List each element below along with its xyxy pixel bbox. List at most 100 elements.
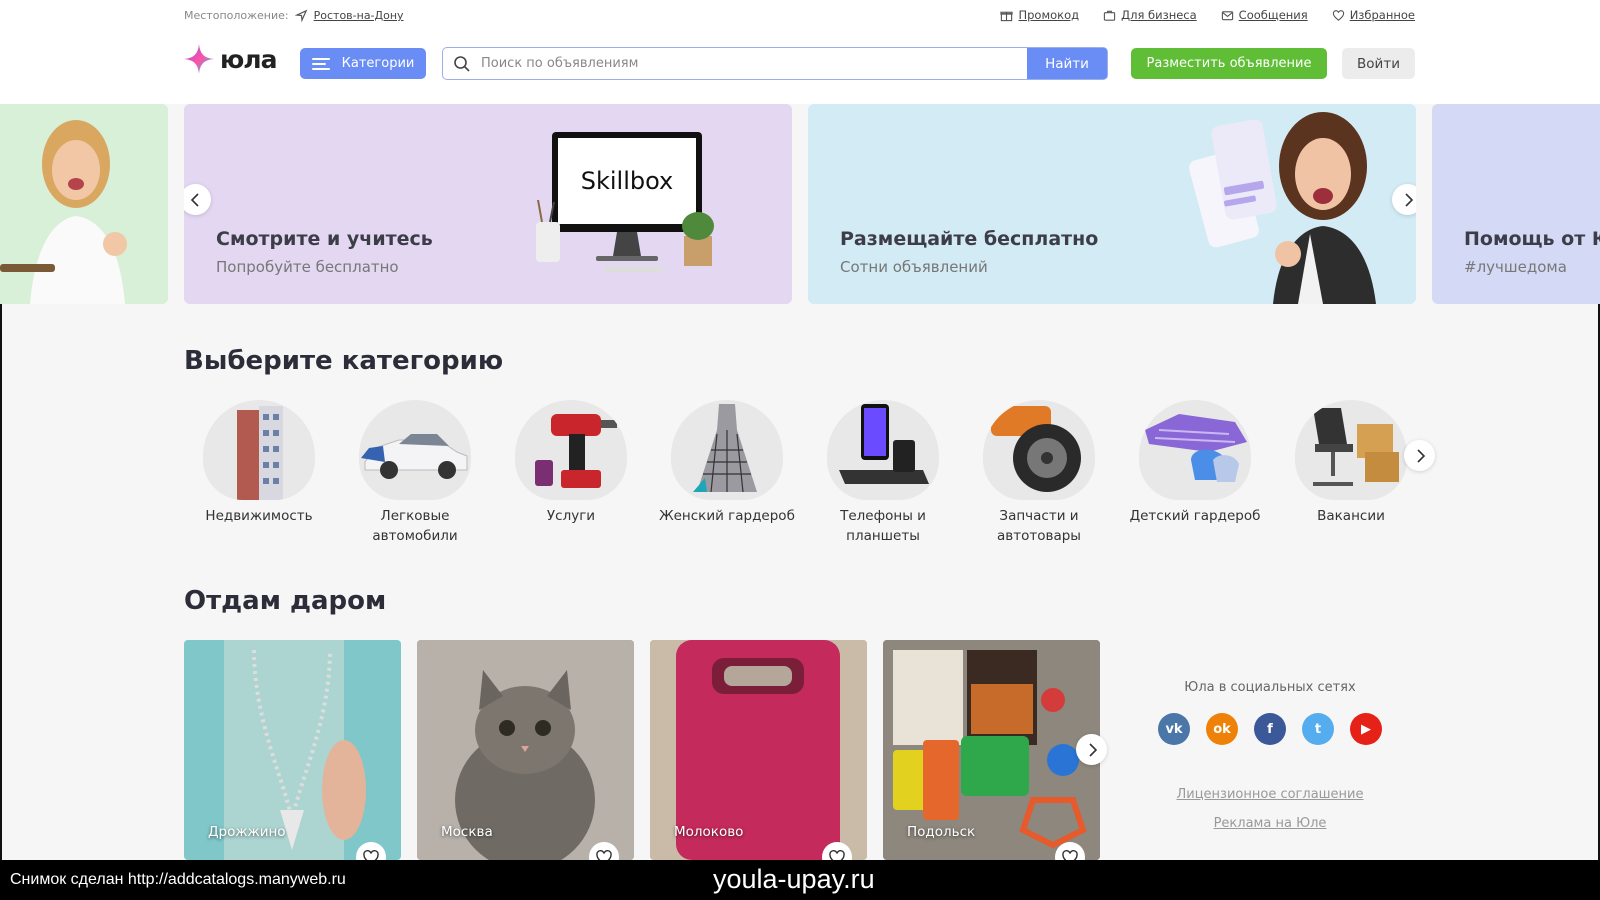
location-label: Местоположение:: [184, 9, 289, 22]
category-label: Телефоны и планшеты: [840, 508, 926, 544]
categories-next-button[interactable]: [1404, 440, 1435, 471]
sparkle-logo-icon: [184, 44, 214, 74]
giveaway-card[interactable]: Дрожжино: [184, 640, 401, 860]
card-location: Молоково: [674, 824, 744, 840]
category-label: Вакансии: [1317, 508, 1385, 524]
giveaway-card[interactable]: Молоково: [650, 640, 867, 860]
categories-section-title: Выберите категорию: [184, 346, 504, 376]
chevron-right-icon: [1416, 448, 1425, 463]
vk-icon[interactable]: vk: [1158, 713, 1190, 745]
wheel-icon: [983, 400, 1095, 500]
location-city[interactable]: Ростов-на-Дону: [314, 9, 404, 22]
license-agreement-link[interactable]: Лицензионное соглашение: [1130, 787, 1410, 802]
top-links: Промокод Для бизнеса Сообщения Избранное: [1000, 8, 1415, 22]
post-ad-button[interactable]: Разместить объявление: [1131, 48, 1327, 79]
building-icon: [203, 400, 315, 500]
search-icon: [443, 48, 481, 79]
category-phones[interactable]: Телефоны и планшеты: [808, 400, 958, 546]
business-link-label: Для бизнеса: [1121, 8, 1197, 22]
location-selector[interactable]: Местоположение: Ростов-на-Дону: [184, 9, 404, 22]
heart-icon: [363, 849, 379, 860]
giveaway-card[interactable]: Москва: [417, 640, 634, 860]
top-utility-bar: Местоположение: Ростов-на-Дону Промокод …: [0, 0, 1600, 32]
banner-title: Размещайте бесплатно: [840, 228, 1099, 250]
skillbox-brand-text: Skillbox: [581, 167, 674, 195]
category-label: Детский гардероб: [1129, 508, 1261, 524]
main-header: юла Категории Найти Разместить объявлени…: [0, 32, 1600, 104]
category-cars[interactable]: Легковые автомобили: [340, 400, 490, 546]
categories-button-label: Категории: [341, 56, 415, 71]
banner-title: Помощь от Юл: [1464, 228, 1600, 250]
search-bar: Найти: [442, 47, 1108, 80]
social-panel: Юла в социальных сетях vk ok f t ▶ Лицен…: [1130, 680, 1410, 831]
banner-post-free[interactable]: Размещайте бесплатно Сотни объявлений: [808, 104, 1416, 304]
card-location: Москва: [441, 824, 493, 840]
watermark-left-text: Снимок сделан http://addcatalogs.manyweb…: [10, 871, 346, 888]
category-jobs[interactable]: Вакансии: [1276, 400, 1426, 526]
business-link[interactable]: Для бизнеса: [1103, 8, 1197, 22]
login-button[interactable]: Войти: [1342, 48, 1415, 79]
category-real-estate[interactable]: Недвижимость: [184, 400, 334, 526]
mail-icon: [1221, 10, 1233, 20]
heart-icon: [829, 849, 845, 860]
logo[interactable]: юла: [182, 42, 277, 76]
woman-with-phones-illustration: [1189, 112, 1376, 304]
banner-skillbox[interactable]: Смотрите и учитесь Попробуйте бесплатно …: [184, 104, 792, 304]
messages-link[interactable]: Сообщения: [1221, 8, 1308, 22]
giveaway-next-button[interactable]: [1076, 734, 1107, 765]
banner-subtitle: Сотни объявлений: [840, 258, 988, 276]
category-label: Запчасти и автотовары: [997, 508, 1081, 544]
banner-title: Смотрите и учитесь: [216, 228, 433, 250]
carousel-next-button[interactable]: [1392, 184, 1416, 215]
carousel-prev-button[interactable]: [184, 184, 211, 215]
category-womens-clothes[interactable]: Женский гардероб: [652, 400, 802, 526]
banner-partial-right[interactable]: Помощь от Юл #лучшедома: [1432, 104, 1600, 304]
chevron-right-icon: [1088, 742, 1097, 757]
category-auto-parts[interactable]: Запчасти и автотовары: [964, 400, 1114, 546]
chevron-left-icon: [190, 192, 199, 207]
category-list: Недвижимость Легковые автомобили Услуги …: [184, 400, 1435, 560]
giveaway-card-list: Дрожжино Москва Молоково Подольск: [184, 640, 1107, 860]
messages-link-label: Сообщения: [1238, 8, 1308, 22]
categories-button[interactable]: Категории: [300, 48, 426, 79]
search-input[interactable]: [481, 48, 1027, 79]
chevron-right-icon: [1404, 192, 1413, 207]
drill-icon: [515, 400, 627, 500]
favorites-link[interactable]: Избранное: [1332, 8, 1415, 22]
promo-link[interactable]: Промокод: [1000, 8, 1079, 22]
kids-clothes-icon: [1139, 400, 1251, 500]
navigation-arrow-icon: [294, 9, 307, 22]
heart-icon: [1062, 849, 1078, 860]
giveaway-section-title: Отдам даром: [184, 586, 387, 616]
facebook-icon[interactable]: f: [1254, 713, 1286, 745]
search-submit-button[interactable]: Найти: [1027, 48, 1107, 79]
promo-banner-carousel: Смотрите и учитесь Попробуйте бесплатно …: [0, 104, 1600, 304]
giveaway-card[interactable]: Подольск: [883, 640, 1100, 860]
category-services[interactable]: Услуги: [496, 400, 646, 526]
odnoklassniki-icon[interactable]: ok: [1206, 713, 1238, 745]
social-icons: vk ok f t ▶: [1130, 713, 1410, 745]
heart-icon: [596, 849, 612, 860]
social-title: Юла в социальных сетях: [1184, 680, 1356, 695]
twitter-icon[interactable]: t: [1302, 713, 1334, 745]
menu-icon: [311, 57, 330, 70]
phone-icon: [827, 400, 939, 500]
car-icon: [359, 400, 471, 500]
card-location: Дрожжино: [208, 824, 286, 840]
category-kids-clothes[interactable]: Детский гардероб: [1120, 400, 1270, 526]
heart-icon: [1332, 9, 1344, 21]
banner-subtitle: #лучшедома: [1464, 258, 1567, 276]
briefcase-icon: [1103, 10, 1116, 21]
office-chair-icon: [1295, 400, 1407, 500]
advertising-link[interactable]: Реклама на Юле: [1130, 816, 1410, 831]
happy-woman-illustration: [0, 120, 127, 304]
dress-icon: [671, 400, 783, 500]
card-location: Подольск: [907, 824, 976, 840]
category-label: Женский гардероб: [659, 508, 795, 524]
banner-subtitle: Попробуйте бесплатно: [216, 258, 399, 276]
youtube-icon[interactable]: ▶: [1350, 713, 1382, 745]
banner-partial-left[interactable]: [0, 104, 168, 304]
promo-link-label: Промокод: [1018, 8, 1080, 22]
category-label: Легковые автомобили: [372, 508, 458, 544]
screenshot-watermark-bar: Снимок сделан http://addcatalogs.manyweb…: [0, 860, 1600, 900]
